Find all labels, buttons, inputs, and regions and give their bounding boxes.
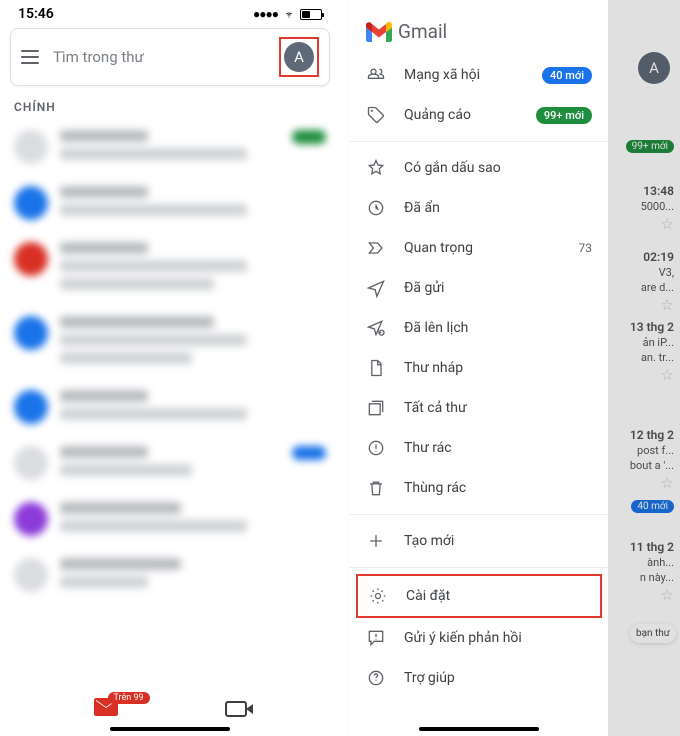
- battery-icon: [300, 9, 322, 20]
- meet-tab[interactable]: [225, 701, 247, 717]
- drawer-item-sent[interactable]: Đã gửi: [350, 268, 608, 308]
- drawer-item-promotions[interactable]: Quảng cáo 99+ mới: [350, 95, 608, 135]
- gmail-logo-icon: [366, 22, 392, 42]
- help-icon: [366, 668, 386, 688]
- drawer-item-snoozed[interactable]: Đã ẩn: [350, 188, 608, 228]
- drawer-item-settings[interactable]: Cài đặt: [358, 576, 600, 616]
- avatar-highlight: A: [279, 37, 319, 77]
- status-bar: 15:46 ●●●●: [0, 0, 340, 24]
- background-inbox-peek: A 99+ mới13:485000...☆02:19V3,are d...☆1…: [608, 0, 680, 736]
- feedback-icon: [366, 628, 386, 648]
- mail-badge: Trên 99: [108, 692, 150, 704]
- drawer-item-starred[interactable]: Có gắn dấu sao: [350, 148, 608, 188]
- clock-icon: [366, 198, 386, 218]
- drawer-item-social[interactable]: Mạng xã hội 40 mới: [350, 55, 608, 95]
- schedule-icon: [366, 318, 386, 338]
- account-avatar[interactable]: A: [284, 42, 314, 72]
- settings-highlight: Cài đặt: [356, 574, 602, 618]
- search-bar[interactable]: Tìm trong thư A: [10, 28, 330, 86]
- status-icons: ●●●●: [253, 7, 322, 21]
- search-placeholder: Tìm trong thư: [53, 48, 265, 66]
- drawer-item-feedback[interactable]: Gửi ý kiến phản hồi: [350, 618, 608, 658]
- stack-icon: [366, 398, 386, 418]
- important-icon: [366, 238, 386, 258]
- people-icon: [366, 65, 386, 85]
- bottom-nav: Trên 99: [0, 698, 340, 720]
- gear-icon: [368, 586, 388, 606]
- inbox-section-label: CHÍNH: [0, 90, 340, 120]
- drawer-header: Gmail: [350, 0, 608, 55]
- email-list-blurred: [0, 120, 340, 604]
- drawer-item-help[interactable]: Trợ giúp: [350, 658, 608, 698]
- star-icon: [366, 158, 386, 178]
- send-icon: [366, 278, 386, 298]
- drawer-item-drafts[interactable]: Thư nháp: [350, 348, 608, 388]
- status-time: 15:46: [18, 6, 54, 22]
- mail-tab[interactable]: Trên 99: [94, 698, 118, 720]
- gmail-brand-text: Gmail: [398, 20, 447, 43]
- wifi-icon: [282, 9, 296, 19]
- drawer-item-allmail[interactable]: Tất cả thư: [350, 388, 608, 428]
- tag-icon: [366, 105, 386, 125]
- drawer-scrim[interactable]: [608, 0, 680, 736]
- badge: 99+ mới: [536, 107, 592, 124]
- cellular-icon: ●●●●: [253, 7, 278, 21]
- menu-icon[interactable]: [21, 50, 39, 64]
- nav-drawer: Gmail Mạng xã hội 40 mới Quảng cáo 99+ m…: [350, 0, 608, 736]
- draft-icon: [366, 358, 386, 378]
- drawer-item-trash[interactable]: Thùng rác: [350, 468, 608, 508]
- trash-icon: [366, 478, 386, 498]
- home-indicator: [419, 727, 539, 731]
- drawer-item-important[interactable]: Quan trọng 73: [350, 228, 608, 268]
- drawer-item-scheduled[interactable]: Đã lên lịch: [350, 308, 608, 348]
- drawer-item-spam[interactable]: Thư rác: [350, 428, 608, 468]
- drawer-item-create[interactable]: Tạo mới: [350, 521, 608, 561]
- badge: 40 mới: [542, 67, 592, 84]
- spam-icon: [366, 438, 386, 458]
- home-indicator: [110, 727, 230, 731]
- left-screenshot: 15:46 ●●●● Tìm trong thư A CHÍNH Trên 99: [0, 0, 340, 736]
- plus-icon: [366, 531, 386, 551]
